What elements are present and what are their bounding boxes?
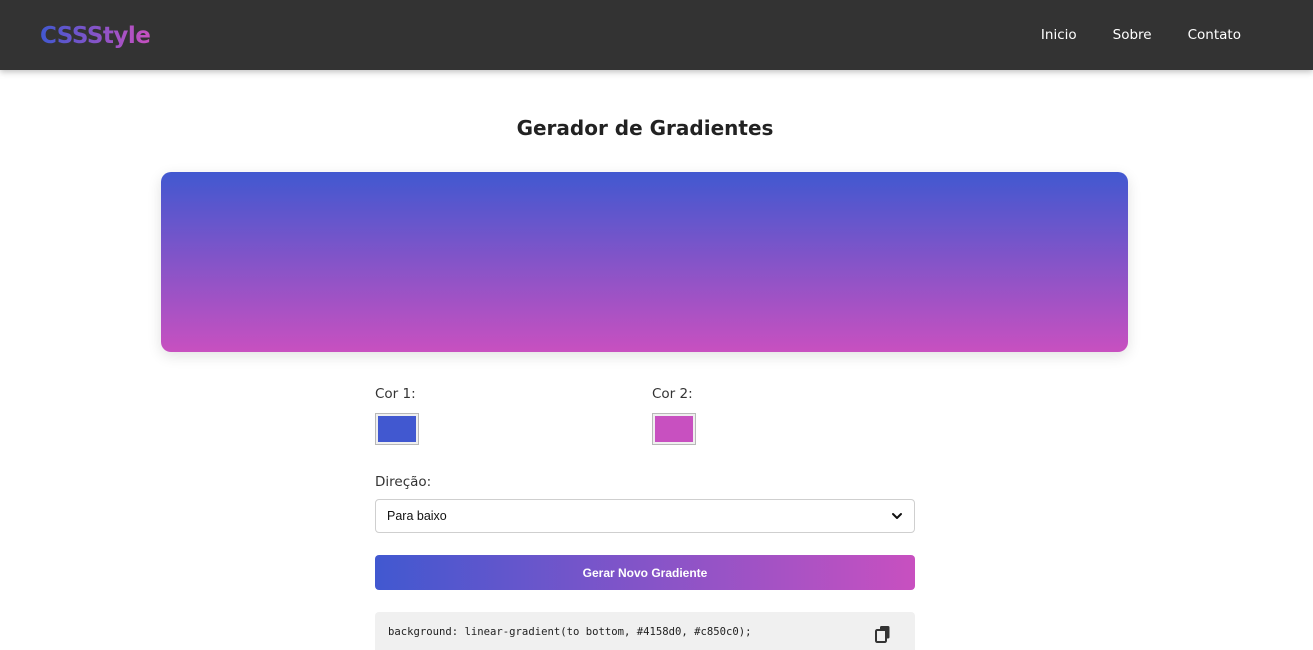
color2-label: Cor 2:	[652, 386, 693, 402]
color1-picker[interactable]	[375, 413, 419, 445]
color1-label: Cor 1:	[375, 386, 416, 402]
direction-select-value: Para baixo	[387, 509, 447, 523]
navbar: CSSStyle Inicio Sobre Contato	[0, 0, 1313, 70]
generate-gradient-button[interactable]: Gerar Novo Gradiente	[375, 555, 915, 590]
color2-swatch	[655, 416, 693, 442]
nav-links: Inicio Sobre Contato	[1041, 25, 1241, 45]
color1-swatch	[378, 416, 416, 442]
nav-link-sobre[interactable]: Sobre	[1113, 25, 1152, 45]
logo[interactable]: CSSStyle	[40, 20, 151, 52]
color2-picker[interactable]	[652, 413, 696, 445]
direction-label: Direção:	[375, 474, 432, 490]
chevron-down-icon	[892, 513, 902, 519]
direction-select[interactable]: Para baixo	[375, 499, 915, 533]
css-code-box: background: linear-gradient(to bottom, #…	[375, 612, 915, 650]
copy-icon[interactable]	[873, 624, 893, 644]
page-title: Gerador de Gradientes	[516, 116, 774, 140]
css-code-text: background: linear-gradient(to bottom, #…	[388, 626, 752, 638]
nav-link-inicio[interactable]: Inicio	[1041, 25, 1077, 45]
nav-link-contato[interactable]: Contato	[1188, 25, 1241, 45]
gradient-preview	[161, 172, 1128, 352]
